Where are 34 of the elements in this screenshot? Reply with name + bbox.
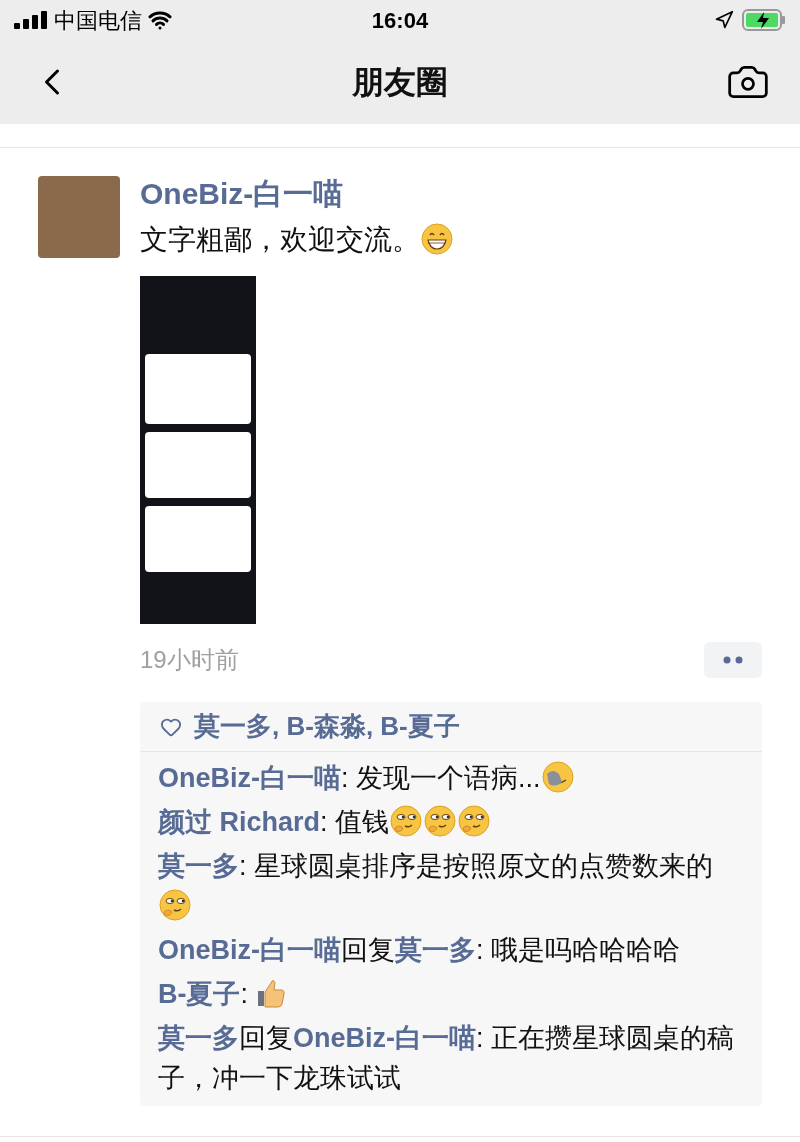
comment-text[interactable]: B-夏子: [158,974,744,1014]
page-title: 朋友圈 [352,63,448,102]
emoji-icon [540,760,575,794]
comment-text[interactable]: 莫一多: 星球圆桌排序是按照原文的点赞数来的 [158,846,744,926]
emoji-icon [389,804,424,838]
likes-list[interactable]: 莫一多, B-森淼, B-夏子 [194,707,460,746]
user-link[interactable]: OneBiz-白一喵 [158,763,341,793]
author-name[interactable]: OneBiz-白一喵 [140,174,762,214]
dots-icon [723,656,743,664]
user-link[interactable]: OneBiz-白一喵 [158,935,341,965]
user-link[interactable]: 颜过 Richard [158,807,321,837]
user-link[interactable]: B-夏子 [158,979,241,1009]
user-link[interactable]: 莫一多 [395,935,476,965]
comment-text[interactable]: OneBiz-白一喵: 发现一个语病... [158,758,744,798]
signal-icon [14,11,48,29]
more-button[interactable] [704,642,762,678]
emoji-icon [423,804,458,838]
clock-time: 16:04 [371,6,429,35]
emoji-icon [158,888,192,922]
emoji-icon [420,222,454,256]
location-arrow-icon [714,10,734,30]
battery-icon [742,9,786,31]
user-link[interactable]: OneBiz-白一喵 [293,1023,476,1053]
poster-image[interactable] [140,276,256,624]
comment-text[interactable]: 颜过 Richard: 值钱 [158,802,744,842]
post-text: 文字粗鄙，欢迎交流。 [140,220,762,260]
thumbs-up-icon [255,977,286,1009]
post-time: 19小时前 [140,645,239,675]
comment-text[interactable]: 莫一多回复OneBiz-白一喵: 正在攒星球圆桌的稿子，冲一下龙珠试试 [158,1018,744,1098]
carrier-name: 中国电信 [54,6,142,35]
user-link[interactable]: 莫一多 [158,1023,239,1053]
comment-text[interactable]: OneBiz-白一喵回复莫一多: 哦是吗哈哈哈哈 [158,930,744,970]
emoji-icon [457,804,492,838]
user-link[interactable]: 莫一多 [158,851,239,881]
